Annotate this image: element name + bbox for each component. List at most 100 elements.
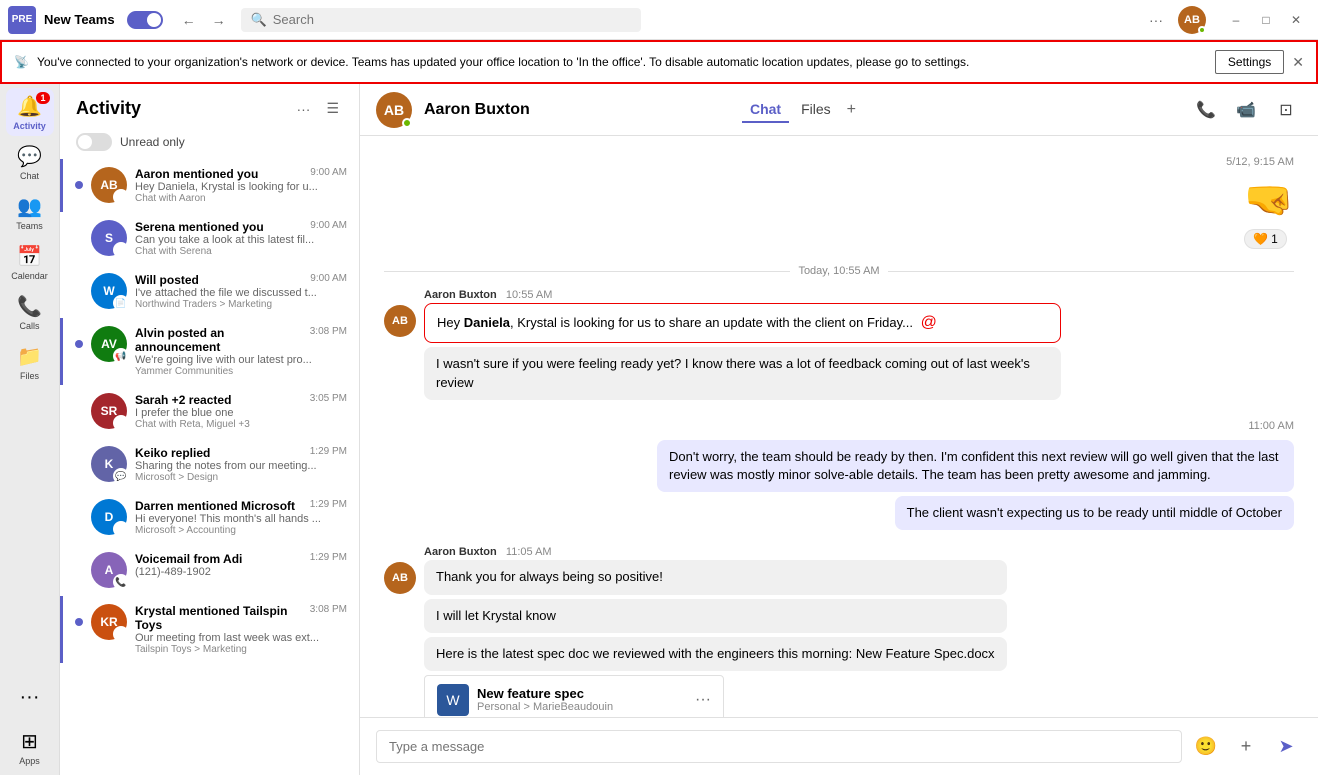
video-call-button[interactable]: 📹 bbox=[1230, 94, 1262, 126]
activity-item-content: Darren mentioned Microsoft 1:29 PM Hi ev… bbox=[135, 499, 347, 536]
screen-share-button[interactable]: ⊡ bbox=[1270, 94, 1302, 126]
activity-more-button[interactable]: ··· bbox=[292, 97, 314, 121]
activity-type-icon: @ bbox=[113, 521, 129, 537]
add-tab-button[interactable]: + bbox=[843, 97, 860, 123]
message-input[interactable] bbox=[376, 730, 1182, 763]
activity-item-preview: Hi everyone! This month's all hands ... bbox=[135, 513, 347, 525]
main-layout: 🔔 Activity 1 💬 Chat 👥 Teams 📅 Calendar 📞… bbox=[0, 84, 1318, 775]
activity-type-icon: @ bbox=[113, 626, 129, 642]
toggle-switch[interactable] bbox=[127, 11, 163, 29]
attach-button[interactable]: + bbox=[1230, 731, 1262, 763]
status-badge bbox=[402, 118, 412, 128]
activity-list-item[interactable]: KR @ Krystal mentioned Tailspin Toys 3:0… bbox=[60, 596, 359, 663]
activity-item-time: 1:29 PM bbox=[310, 552, 347, 563]
sidebar-item-calls[interactable]: 📞 Calls bbox=[6, 288, 54, 336]
message-sender: Aaron Buxton bbox=[424, 289, 497, 301]
message-content-2: Aaron Buxton 11:05 AM Thank you for alwa… bbox=[424, 546, 1007, 717]
activity-list-item[interactable]: A 📞 Voicemail from Adi 1:29 PM (121)-489… bbox=[60, 544, 359, 596]
activity-type-icon: @ bbox=[113, 242, 129, 258]
avatar[interactable]: AB bbox=[1178, 6, 1206, 34]
activity-item-name: Serena mentioned you bbox=[135, 220, 264, 234]
reaction[interactable]: 🧡 1 bbox=[1244, 229, 1287, 249]
message-group-outgoing-1: Don't worry, the team should be ready by… bbox=[384, 440, 1294, 535]
activity-item-preview: Can you take a look at this latest fil..… bbox=[135, 234, 347, 246]
activity-item-preview: Our meeting from last week was ext... bbox=[135, 632, 347, 644]
sidebar-item-more[interactable]: ··· bbox=[6, 673, 54, 721]
activity-item-preview: I prefer the blue one bbox=[135, 407, 347, 419]
message-content-outgoing: Don't worry, the team should be ready by… bbox=[657, 440, 1294, 535]
sidebar-item-label: Activity bbox=[13, 121, 46, 131]
file-name: New feature spec bbox=[477, 686, 687, 701]
chat-panel: AB Aaron Buxton Chat Files + 📞 📹 ⊡ 5/12,… bbox=[360, 84, 1318, 775]
activity-item-time: 1:29 PM bbox=[310, 499, 347, 510]
forward-button[interactable]: → bbox=[205, 6, 233, 34]
reaction-count: 1 bbox=[1271, 232, 1278, 246]
sidebar-item-chat[interactable]: 💬 Chat bbox=[6, 138, 54, 186]
sidebar-item-teams[interactable]: 👥 Teams bbox=[6, 188, 54, 236]
activity-panel: Activity ··· ☰ Unread only AB @ Aaron me… bbox=[60, 84, 360, 775]
activity-item-content: Aaron mentioned you 9:00 AM Hey Daniela,… bbox=[135, 167, 347, 204]
activity-list-item[interactable]: SR ❤ Sarah +2 reacted 3:05 PM I prefer t… bbox=[60, 385, 359, 438]
activity-item-content: Krystal mentioned Tailspin Toys 3:08 PM … bbox=[135, 604, 347, 655]
chat-header-avatar: AB bbox=[376, 92, 412, 128]
activity-list-item[interactable]: AV 📢 Alvin posted an announcement 3:08 P… bbox=[60, 318, 359, 385]
audio-call-button[interactable]: 📞 bbox=[1190, 94, 1222, 126]
activity-item-content: Serena mentioned you 9:00 AM Can you tak… bbox=[135, 220, 347, 257]
tab-chat[interactable]: Chat bbox=[742, 97, 789, 123]
chat-icon: 💬 bbox=[17, 144, 42, 169]
file-info: New feature spec Personal > MarieBeaudou… bbox=[477, 686, 687, 713]
avatar-status bbox=[1198, 26, 1206, 34]
filter-label: Unread only bbox=[120, 135, 185, 149]
sidebar-item-apps[interactable]: ⊞ Apps bbox=[6, 723, 54, 771]
message-bubble-5: Here is the latest spec doc we reviewed … bbox=[424, 637, 1007, 671]
settings-button[interactable]: Settings bbox=[1215, 50, 1284, 74]
filter-row: Unread only bbox=[60, 129, 359, 159]
back-button[interactable]: ← bbox=[175, 6, 203, 34]
message-bubble-outgoing-1: Don't worry, the team should be ready by… bbox=[657, 440, 1294, 492]
activity-avatar: S @ bbox=[91, 220, 127, 256]
notification-close-button[interactable]: ✕ bbox=[1292, 54, 1304, 71]
search-input[interactable] bbox=[273, 12, 631, 27]
chat-header: AB Aaron Buxton Chat Files + 📞 📹 ⊡ bbox=[360, 84, 1318, 136]
chat-header-info: Aaron Buxton bbox=[424, 101, 730, 119]
activity-item-time: 9:00 AM bbox=[310, 273, 347, 284]
activity-list-item[interactable]: W 📄 Will posted 9:00 AM I've attached th… bbox=[60, 265, 359, 318]
file-more-button[interactable]: ··· bbox=[695, 691, 711, 709]
activity-type-icon: 📄 bbox=[113, 295, 129, 311]
notification-text: You've connected to your organization's … bbox=[37, 55, 1207, 69]
search-bar[interactable]: 🔍 bbox=[241, 8, 641, 32]
activity-item-name: Krystal mentioned Tailspin Toys bbox=[135, 604, 310, 632]
message-avatar: AB bbox=[384, 305, 416, 337]
activity-list-item[interactable]: K 💬 Keiko replied 1:29 PM Sharing the no… bbox=[60, 438, 359, 491]
calls-icon: 📞 bbox=[17, 294, 42, 319]
activity-avatar: D @ bbox=[91, 499, 127, 535]
file-source: Personal > MarieBeaudouin bbox=[477, 701, 687, 713]
files-icon: 📁 bbox=[17, 344, 42, 369]
activity-item-name: Aaron mentioned you bbox=[135, 167, 258, 181]
emoji-button[interactable]: 🙂 bbox=[1190, 731, 1222, 763]
activity-list: AB @ Aaron mentioned you 9:00 AM Hey Dan… bbox=[60, 159, 359, 775]
message-timestamp-2: 11:00 AM bbox=[384, 416, 1294, 436]
nav-buttons: ← → bbox=[175, 6, 233, 34]
unread-toggle[interactable] bbox=[76, 133, 112, 151]
chat-contact-name: Aaron Buxton bbox=[424, 101, 530, 118]
sidebar-item-activity[interactable]: 🔔 Activity 1 bbox=[6, 88, 54, 136]
activity-filter-button[interactable]: ☰ bbox=[322, 96, 343, 121]
message-bubble-1: Hey Daniela, Krystal is looking for us t… bbox=[424, 303, 1061, 343]
sidebar-item-calendar[interactable]: 📅 Calendar bbox=[6, 238, 54, 286]
send-button[interactable]: ➤ bbox=[1270, 731, 1302, 763]
more-options-button[interactable]: ··· bbox=[1142, 6, 1170, 34]
maximize-button[interactable]: □ bbox=[1252, 6, 1280, 34]
activity-item-name: Will posted bbox=[135, 273, 199, 287]
activity-item-time: 3:08 PM bbox=[310, 326, 347, 337]
sidebar-item-files[interactable]: 📁 Files bbox=[6, 338, 54, 386]
activity-list-item[interactable]: AB @ Aaron mentioned you 9:00 AM Hey Dan… bbox=[60, 159, 359, 212]
minimize-button[interactable]: – bbox=[1222, 6, 1250, 34]
activity-item-time: 9:00 AM bbox=[310, 220, 347, 231]
tab-files[interactable]: Files bbox=[793, 97, 839, 123]
activity-list-item[interactable]: D @ Darren mentioned Microsoft 1:29 PM H… bbox=[60, 491, 359, 544]
icon-sidebar: 🔔 Activity 1 💬 Chat 👥 Teams 📅 Calendar 📞… bbox=[0, 84, 60, 775]
close-button[interactable]: ✕ bbox=[1282, 6, 1310, 34]
notification-banner: 📡 You've connected to your organization'… bbox=[0, 40, 1318, 84]
activity-list-item[interactable]: S @ Serena mentioned you 9:00 AM Can you… bbox=[60, 212, 359, 265]
